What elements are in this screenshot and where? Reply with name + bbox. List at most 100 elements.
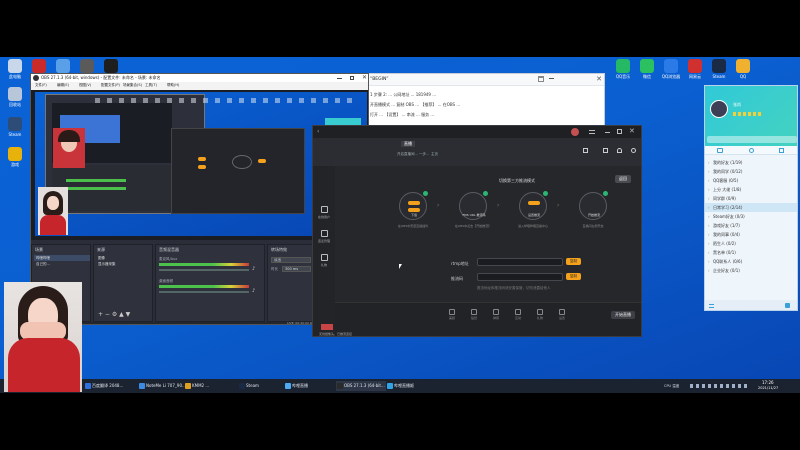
desktop-mute-icon[interactable]: ♪ <box>252 288 255 294</box>
rtmp-copy-button[interactable]: 复制 <box>566 258 581 265</box>
live-sidebar-item[interactable]: 在线用户 <box>315 206 333 226</box>
qq-group[interactable]: 我的好友 (1/19) <box>705 158 797 167</box>
share-icon[interactable] <box>631 148 636 153</box>
sub-tab-2[interactable]: 主页 <box>431 152 438 157</box>
contacts-icon[interactable] <box>749 148 754 153</box>
taskbar-item[interactable]: Steam <box>238 381 288 391</box>
mic-mute-icon[interactable]: ♪ <box>252 266 255 272</box>
taskbar-item[interactable]: NoteMe Li 707_90... <box>138 381 188 391</box>
obs-menu-item[interactable]: 配置文件(P) <box>101 83 120 88</box>
clock-date[interactable]: 2021/11/27 <box>758 386 778 390</box>
bottom-tool[interactable]: 互动 <box>509 309 527 320</box>
obs-menu-item[interactable]: 文件(F) <box>35 83 47 88</box>
step-arrow: › <box>497 202 500 209</box>
rtmp-input[interactable] <box>477 258 563 266</box>
qq-group[interactable]: 陌生人 (0/2) <box>705 239 797 248</box>
menu-icon[interactable] <box>589 130 595 134</box>
qq-group[interactable]: 游戏好友 (1/7) <box>705 221 797 230</box>
qq-group[interactable]: 上分 大佬 (1/8) <box>705 185 797 194</box>
qq-group[interactable]: 我的同学 (0/12) <box>705 167 797 176</box>
desktop-icon[interactable]: 游戏 <box>4 147 26 167</box>
back-icon[interactable]: ‹ <box>317 128 319 135</box>
qq-group[interactable]: 同学群 (0/9) <box>705 194 797 203</box>
live-tab[interactable]: 直播 <box>401 141 415 147</box>
sources-header: 来源 <box>97 247 105 252</box>
qq-group[interactable]: 黑名单 (0/1) <box>705 248 797 257</box>
taskbar-item[interactable]: 哔哩直播姬 <box>386 381 436 391</box>
bottom-tool[interactable]: 美颜 <box>443 309 461 320</box>
qq-panel[interactable]: 张尚 我的好友 (1/19)我的同学 (0/12)QQ客服 (0/5)上分 大佬… <box>704 85 798 311</box>
desktop-icon[interactable]: QQ音乐 <box>612 59 634 79</box>
mic-volume-slider[interactable] <box>159 269 249 271</box>
bottom-tool[interactable]: 弹幕 <box>487 309 505 320</box>
desktop-icon[interactable]: Steam <box>4 117 26 137</box>
step-button[interactable] <box>408 208 420 212</box>
bottom-tool[interactable]: 礼物 <box>531 309 549 320</box>
user-avatar[interactable] <box>571 128 579 136</box>
search-input[interactable] <box>707 136 797 143</box>
desktop-icon[interactable]: QQ <box>732 59 754 79</box>
qq-group[interactable]: 我的同事 (0/4) <box>705 230 797 239</box>
live-tool-window[interactable]: ‹ ✕ 直播 开启直播间... 一步... 主页 在线用户 连麦管理 礼物 切换… <box>312 125 642 337</box>
obs-menu-item[interactable]: 帮助(H) <box>167 83 179 88</box>
transition-select[interactable]: 淡出 <box>271 257 311 263</box>
message-icon[interactable] <box>717 148 723 153</box>
avatar[interactable] <box>710 100 728 118</box>
taskbar-item[interactable]: 哔哩直播 <box>284 381 334 391</box>
minimize-icon[interactable] <box>549 78 554 79</box>
sub-tab-1[interactable]: 开启直播间... 一步... <box>397 152 429 157</box>
desktop-icon[interactable]: QQ浏览器 <box>660 59 682 79</box>
qq-group[interactable]: 企业好友 (0/1) <box>705 266 797 275</box>
obs-menu-item[interactable]: 视图(V) <box>79 83 91 88</box>
close-icon[interactable]: ✕ <box>362 74 367 81</box>
desktop-icon[interactable]: 网易云 <box>684 59 706 79</box>
qq-group[interactable]: QQ联系人 (0/6) <box>705 257 797 266</box>
close-icon[interactable]: ✕ <box>629 127 635 135</box>
duration-input[interactable]: 300 ms <box>282 266 311 272</box>
close-icon[interactable]: ✕ <box>596 75 602 83</box>
step-button[interactable] <box>528 201 540 205</box>
taskbar-item[interactable]: 百度翻译 2048... <box>84 381 134 391</box>
minimize-icon[interactable] <box>337 78 342 79</box>
taskbar-item[interactable]: OBS 27.1.3 (64-bit... <box>336 381 386 391</box>
maximize-icon[interactable] <box>350 76 354 80</box>
desktop-volume-slider[interactable] <box>159 291 249 293</box>
obs-menu-item[interactable]: 编辑(E) <box>57 83 69 88</box>
desktop-icon-label: Steam <box>712 74 726 79</box>
desktop-icon[interactable]: 微信 <box>636 59 658 79</box>
qq-group[interactable]: 日常学习 (2/14) <box>705 203 797 212</box>
obs-menu-item[interactable]: 工具(T) <box>145 83 157 88</box>
bell-icon[interactable] <box>617 148 622 153</box>
document-window[interactable]: “BEGIN” ✕ 1 步骤 2: ... 公网地址 ... 181949 ..… <box>365 73 605 133</box>
minimize-icon[interactable] <box>605 132 610 133</box>
taskbar-item[interactable]: KMM2 ... <box>184 381 234 391</box>
space-icon[interactable] <box>779 148 784 153</box>
qq-group[interactable]: QQ客服 (0/5) <box>705 176 797 185</box>
tray-icons[interactable] <box>690 384 750 388</box>
home-icon[interactable] <box>538 76 544 82</box>
bottom-tool[interactable]: 贴纸 <box>465 309 483 320</box>
desktop-icon[interactable]: Steam <box>708 59 730 79</box>
bottom-tool[interactable]: 设置 <box>553 309 571 320</box>
desktop-icon[interactable]: 回收站 <box>4 87 26 107</box>
clock-time[interactable]: 17:26 <box>762 380 774 385</box>
start-live-button[interactable]: 开始直播 <box>611 311 635 319</box>
menu-icon[interactable] <box>709 304 714 308</box>
step-button[interactable] <box>408 201 420 205</box>
source-item[interactable]: 显示器采集 <box>96 261 152 267</box>
sidebar-icon <box>320 230 328 237</box>
scene-item[interactable]: 自己的... <box>34 261 90 267</box>
obs-menu-item[interactable]: 场景集合(S) <box>123 83 142 88</box>
add-source-icon[interactable]: + − ⚙ ▲ ▼ <box>98 311 130 318</box>
apps-icon[interactable] <box>785 303 790 308</box>
return-button[interactable]: 返回 <box>615 175 631 183</box>
live-sidebar-item[interactable]: 礼物 <box>315 254 333 274</box>
qq-group[interactable]: Steam好友 (0/3) <box>705 212 797 221</box>
maximize-icon[interactable] <box>617 129 622 134</box>
key-input[interactable] <box>477 273 563 281</box>
gift-icon[interactable] <box>603 148 608 153</box>
lock-icon[interactable] <box>583 148 588 153</box>
live-sidebar-item[interactable]: 连麦管理 <box>315 230 333 250</box>
key-copy-button[interactable]: 复制 <box>566 273 581 280</box>
desktop-icon[interactable]: 此电脑 <box>4 59 26 79</box>
